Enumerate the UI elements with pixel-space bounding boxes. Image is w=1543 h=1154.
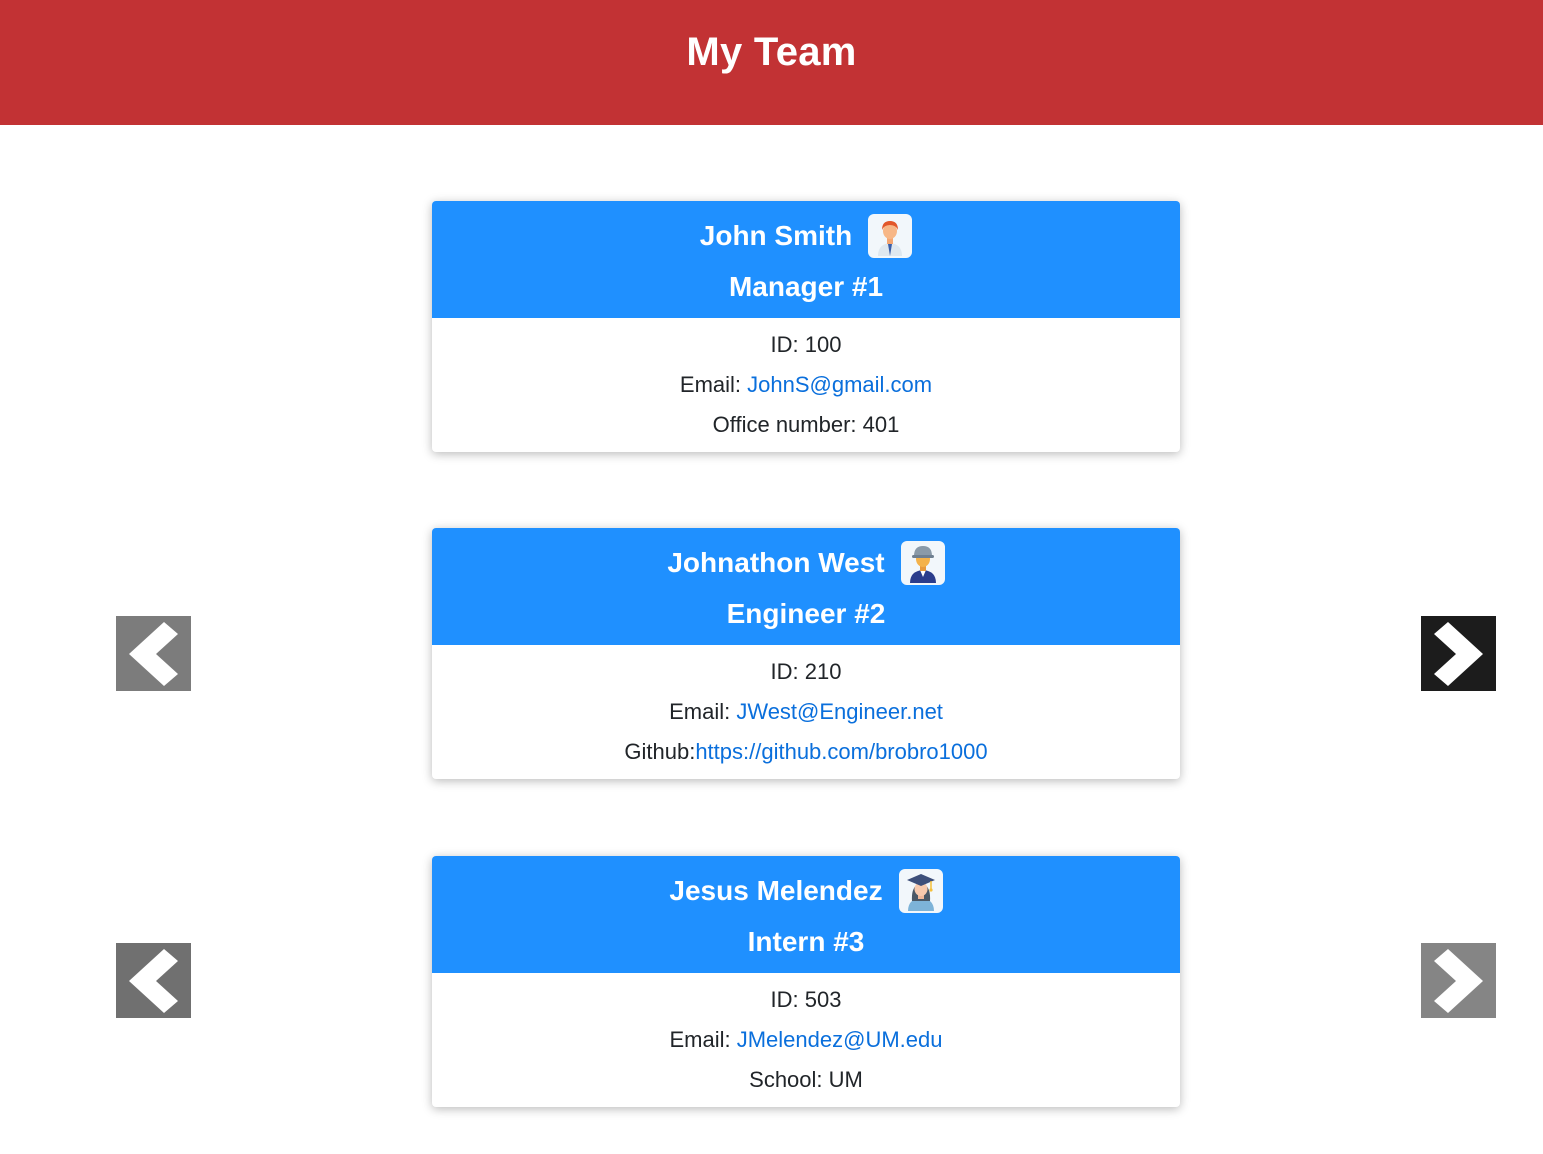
intern-avatar-icon xyxy=(898,869,943,913)
github-label: Github: xyxy=(624,739,696,764)
chevron-left-icon xyxy=(129,949,178,1013)
card-body: ID: 100 Email: JohnS@gmail.com Office nu… xyxy=(432,318,1180,450)
email-link[interactable]: JMelendez@UM.edu xyxy=(737,1027,943,1052)
employee-email-row: Email: JohnS@gmail.com xyxy=(432,370,1180,410)
card-header: Jesus Melendez Intern #3 xyxy=(432,856,1180,973)
github-link[interactable]: https://github.com/brobro1000 xyxy=(695,739,987,764)
prev-button[interactable] xyxy=(116,943,191,1018)
employee-role: Intern #3 xyxy=(747,926,865,957)
employee-role: Manager #1 xyxy=(728,271,884,302)
card-body: ID: 210 Email: JWest@Engineer.net Github… xyxy=(432,645,1180,777)
employee-id: ID: 210 xyxy=(770,659,842,684)
engineer-avatar-icon xyxy=(900,541,945,585)
email-label: Email: xyxy=(669,699,737,724)
employee-email-row: Email: JMelendez@UM.edu xyxy=(432,1025,1180,1065)
employee-id: ID: 503 xyxy=(770,987,842,1012)
card-body: ID: 503 Email: JMelendez@UM.edu School: … xyxy=(432,973,1180,1105)
chevron-right-icon xyxy=(1434,949,1483,1013)
chevron-right-icon xyxy=(1434,622,1483,686)
next-button[interactable] xyxy=(1421,943,1496,1018)
employee-name: John Smith xyxy=(699,220,853,251)
next-button[interactable] xyxy=(1421,616,1496,691)
school: School: UM xyxy=(749,1067,863,1092)
card-header: John Smith Manager #1 xyxy=(432,201,1180,318)
manager-avatar-icon xyxy=(868,214,913,258)
chevron-left-icon xyxy=(129,622,178,686)
email-label: Email: xyxy=(669,1027,737,1052)
office-number: Office number: 401 xyxy=(712,412,900,437)
page-header: My Team xyxy=(0,0,1543,125)
employee-name: Johnathon West xyxy=(667,547,885,578)
prev-button[interactable] xyxy=(116,616,191,691)
employee-email-row: Email: JWest@Engineer.net xyxy=(432,697,1180,737)
email-link[interactable]: JWest@Engineer.net xyxy=(736,699,943,724)
card-header: Johnathon West Engineer #2 xyxy=(432,528,1180,645)
employee-card-engineer: Johnathon West Engineer #2 ID: 210 Email… xyxy=(432,528,1180,779)
employee-name: Jesus Melendez xyxy=(669,875,883,906)
employee-role: Engineer #2 xyxy=(726,598,886,629)
employee-card-intern: Jesus Melendez Intern #3 ID: 503 Email: … xyxy=(432,856,1180,1107)
email-label: Email: xyxy=(679,372,748,397)
github-row: Github:https://github.com/brobro1000 xyxy=(432,737,1180,777)
email-link[interactable]: JohnS@gmail.com xyxy=(747,372,932,397)
employee-id: ID: 100 xyxy=(770,332,842,357)
page-title: My Team xyxy=(686,30,857,74)
employee-card-manager: John Smith Manager #1 ID: 100 Email: Joh… xyxy=(432,201,1180,452)
